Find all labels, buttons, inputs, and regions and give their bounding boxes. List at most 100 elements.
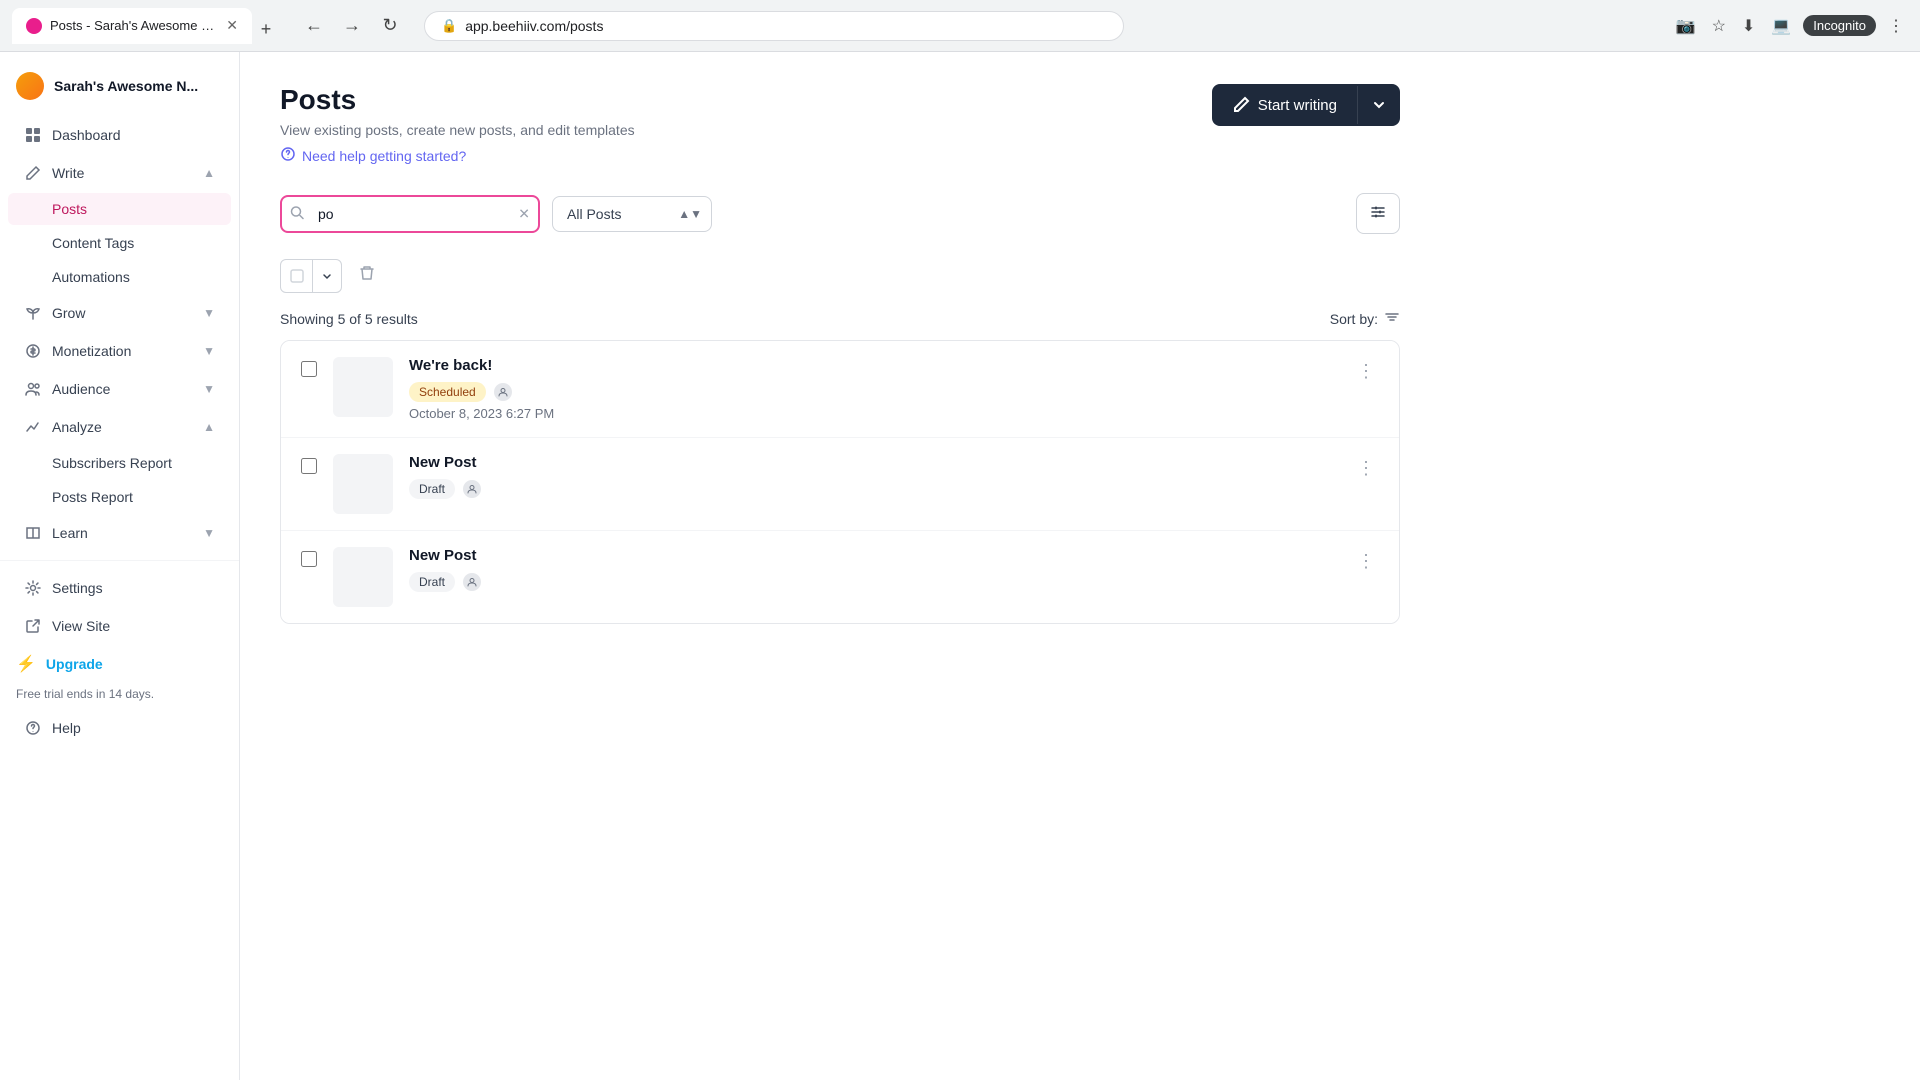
sidebar-item-label-dashboard: Dashboard [52, 127, 215, 143]
chevron-up-icon: ▲ [203, 166, 215, 180]
chevron-down-icon-audience: ▼ [203, 382, 215, 396]
forward-button[interactable]: → [336, 10, 368, 42]
post-author-icon-2 [463, 480, 481, 498]
sidebar-item-subscribers-report[interactable]: Subscribers Report [8, 447, 231, 479]
new-tab-button[interactable]: + [252, 16, 280, 44]
sidebar-item-help[interactable]: Help [8, 710, 231, 746]
search-icon [290, 205, 304, 222]
upgrade-label: Upgrade [46, 656, 103, 672]
pencil-icon [24, 164, 42, 182]
page-subtitle: View existing posts, create new posts, a… [280, 122, 635, 138]
start-writing-button[interactable]: Start writing [1212, 84, 1400, 126]
sidebar-item-posts[interactable]: Posts [8, 193, 231, 225]
lock-icon: 🔒 [441, 18, 457, 34]
bookmark-icon[interactable]: ☆ [1708, 12, 1730, 40]
device-icon[interactable]: 💻 [1767, 12, 1795, 40]
filter-select[interactable]: All Posts Published Draft Scheduled [552, 196, 712, 232]
posts-list: We're back! Scheduled October 8, 2023 6:… [280, 340, 1400, 624]
post-menu-button-1[interactable]: ⋮ [1353, 357, 1379, 386]
tab-title: Posts - Sarah's Awesome Newsl... [50, 18, 218, 33]
sidebar-divider [0, 560, 239, 561]
post-date-1: October 8, 2023 6:27 PM [409, 406, 1353, 421]
sidebar-item-label-view-site: View Site [52, 618, 215, 634]
delete-button[interactable] [350, 258, 384, 293]
sidebar-item-grow[interactable]: Grow ▼ [8, 295, 231, 331]
sidebar-item-automations[interactable]: Automations [8, 261, 231, 293]
sidebar-item-content-tags[interactable]: Content Tags [8, 227, 231, 259]
help-link[interactable]: Need help getting started? [280, 146, 635, 165]
post-menu-button-2[interactable]: ⋮ [1353, 454, 1379, 483]
sidebar-item-label-content-tags: Content Tags [52, 235, 134, 251]
sort-by[interactable]: Sort by: [1330, 309, 1400, 328]
post-item-3: New Post Draft ⋮ [281, 531, 1399, 623]
bulk-chevron-icon[interactable] [313, 260, 341, 292]
sidebar-item-dashboard[interactable]: Dashboard [8, 117, 231, 153]
post-checkbox-3[interactable] [301, 551, 317, 567]
sidebar-item-monetization[interactable]: Monetization ▼ [8, 333, 231, 369]
lightning-icon: ⚡ [16, 654, 36, 674]
tab-favicon [26, 18, 42, 34]
start-writing-caret[interactable] [1357, 86, 1400, 124]
sidebar-item-view-site[interactable]: View Site [8, 608, 231, 644]
post-author-icon-1 [494, 383, 512, 401]
bulk-select-dropdown[interactable] [280, 259, 342, 293]
start-writing-container: Start writing [1212, 84, 1400, 126]
sidebar-item-label-monetization: Monetization [52, 343, 193, 359]
bulk-actions [280, 258, 1400, 293]
search-wrapper: ✕ [280, 195, 540, 233]
book-icon [24, 524, 42, 542]
grid-icon [24, 126, 42, 144]
post-title-2[interactable]: New Post [409, 454, 1353, 471]
post-menu-button-3[interactable]: ⋮ [1353, 547, 1379, 576]
download-icon[interactable]: ⬇ [1738, 12, 1759, 40]
search-clear-icon[interactable]: ✕ [518, 205, 530, 222]
sidebar-item-analyze[interactable]: Analyze ▲ [8, 409, 231, 445]
sidebar-item-learn[interactable]: Learn ▼ [8, 515, 231, 551]
sidebar-item-settings[interactable]: Settings [8, 570, 231, 606]
post-title-1[interactable]: We're back! [409, 357, 1353, 374]
sidebar-item-label-grow: Grow [52, 305, 193, 321]
chevron-down-icon-learn: ▼ [203, 526, 215, 540]
columns-filter-button[interactable] [1356, 193, 1400, 234]
sort-icon [1384, 309, 1400, 328]
search-input[interactable] [280, 195, 540, 233]
sidebar-item-posts-report[interactable]: Posts Report [8, 481, 231, 513]
post-meta-3: Draft [409, 572, 1353, 592]
reload-button[interactable]: ↻ [374, 10, 406, 42]
browser-tab-active[interactable]: Posts - Sarah's Awesome Newsl... ✕ [12, 8, 252, 44]
chart-icon [24, 418, 42, 436]
back-button[interactable]: ← [298, 10, 330, 42]
post-info-2: New Post Draft [409, 454, 1353, 503]
help-circle-icon [24, 719, 42, 737]
brand-name: Sarah's Awesome N... [54, 78, 198, 94]
bulk-checkbox[interactable] [281, 260, 313, 292]
sidebar-item-write[interactable]: Write ▲ [8, 155, 231, 191]
post-checkbox-2[interactable] [301, 458, 317, 474]
address-bar[interactable]: 🔒 app.beehiiv.com/posts [424, 11, 1124, 41]
page-header: Posts View existing posts, create new po… [280, 84, 1400, 165]
status-badge-2: Draft [409, 479, 455, 499]
gear-icon [24, 579, 42, 597]
sidebar-item-label-posts: Posts [52, 201, 87, 217]
sidebar-item-audience[interactable]: Audience ▼ [8, 371, 231, 407]
sidebar-item-label-write: Write [52, 165, 193, 181]
page-header-left: Posts View existing posts, create new po… [280, 84, 635, 165]
help-link-text: Need help getting started? [302, 148, 466, 164]
start-writing-main: Start writing [1212, 84, 1357, 126]
results-count: Showing 5 of 5 results [280, 311, 418, 327]
sidebar-item-label-learn: Learn [52, 525, 193, 541]
menu-dots-icon[interactable]: ⋮ [1884, 12, 1908, 40]
sort-by-label: Sort by: [1330, 311, 1378, 327]
incognito-badge: Incognito [1803, 15, 1876, 36]
sidebar-brand[interactable]: Sarah's Awesome N... [0, 64, 239, 116]
post-thumbnail-1 [333, 357, 393, 417]
sidebar-item-upgrade[interactable]: ⚡ Upgrade [0, 645, 239, 683]
sidebar-item-label-analyze: Analyze [52, 419, 193, 435]
post-checkbox-1[interactable] [301, 361, 317, 377]
camera-icon[interactable]: 📷 [1672, 12, 1700, 40]
post-item: We're back! Scheduled October 8, 2023 6:… [281, 341, 1399, 438]
start-writing-label: Start writing [1258, 97, 1337, 114]
post-title-3[interactable]: New Post [409, 547, 1353, 564]
post-info-3: New Post Draft [409, 547, 1353, 596]
tab-close-icon[interactable]: ✕ [226, 17, 238, 34]
